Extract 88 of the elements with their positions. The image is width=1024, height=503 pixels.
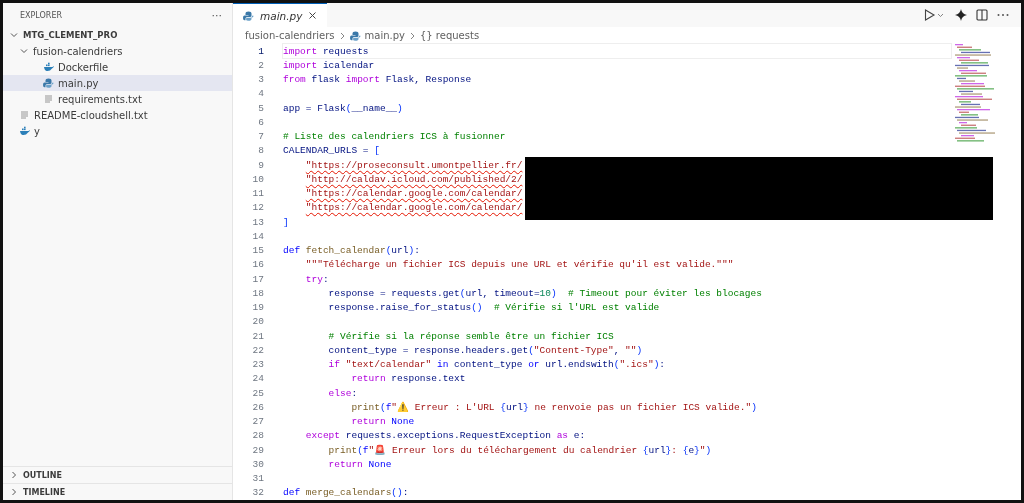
line-number: 25 xyxy=(251,387,265,399)
line-number: 9 xyxy=(257,159,265,171)
code-line: "https://calendar.google.com/calendar/ xyxy=(304,187,524,201)
line-number: 22 xyxy=(251,344,265,356)
code-line: except requests.exceptions.RequestException as e: xyxy=(304,429,587,443)
code-line: print(f"🚨 Erreur lors du téléchargement du calendrier {url}: {e}") xyxy=(327,443,713,458)
code-line: "http://caldav.icloud.com/published/2/ xyxy=(304,172,524,187)
code-line: if "text/calendar" in content_type or url.endswith(".ics"): xyxy=(327,358,667,372)
editor-tab[interactable]: main.py xyxy=(233,3,328,28)
line-number: 31 xyxy=(251,473,265,485)
close-icon xyxy=(308,11,318,21)
code-line: def merge_calendars(): xyxy=(283,486,410,500)
line-number: 18 xyxy=(251,287,265,299)
code-line: return response.text xyxy=(350,372,467,386)
code-line: # Vérifie si la réponse semble être un fichier ICS xyxy=(327,329,615,344)
line-number: 6 xyxy=(257,116,265,128)
line-number: 1 xyxy=(257,45,265,57)
file-item[interactable]: README-cloudshell.txt xyxy=(3,107,232,123)
code-line: "https://calendar.google.com/calendar/ xyxy=(304,201,524,215)
split-editor-icon[interactable] xyxy=(976,9,988,22)
line-number: 30 xyxy=(251,458,265,470)
more-button[interactable]: ··· xyxy=(211,8,222,22)
file-item[interactable]: main.py xyxy=(3,75,232,91)
code-line: response.raise_for_status() # Vérifie si l'URL est valide xyxy=(327,301,661,315)
line-number: 3 xyxy=(257,74,265,86)
breadcrumb-item[interactable]: fusion-calendriers xyxy=(245,30,335,42)
line-number: 21 xyxy=(251,330,265,342)
line-number: 11 xyxy=(251,188,265,200)
file-item[interactable]: requirements.txt xyxy=(3,91,232,107)
line-number: 23 xyxy=(251,359,265,371)
line-number: 8 xyxy=(257,145,265,157)
snake-icon xyxy=(43,78,54,88)
code-line: ] xyxy=(283,215,290,230)
line-number: 24 xyxy=(251,373,265,385)
line-number: 29 xyxy=(251,444,265,456)
whale-icon xyxy=(19,126,30,136)
file-item[interactable]: Dockerfile xyxy=(3,59,232,75)
line-number: 14 xyxy=(251,230,265,242)
line-number: 12 xyxy=(251,202,265,214)
code-line: # Liste des calendriers ICS à fusionner xyxy=(283,130,507,144)
code-line: import icalendar xyxy=(283,58,376,73)
whale-icon xyxy=(43,62,54,72)
sidebar-title: EXPLORER xyxy=(20,10,62,20)
folder-item[interactable]: MTG_CLEMENT_PRO xyxy=(3,27,232,43)
breadcrumb-item[interactable]: {} requests xyxy=(419,30,480,42)
folder-item[interactable]: fusion-calendriers xyxy=(3,43,232,59)
line-number: 2 xyxy=(257,59,265,71)
code-line: content_type = response.headers.get("Content-Type", "") xyxy=(327,343,644,358)
play-dropdown-icon[interactable] xyxy=(924,9,946,22)
line-number: 7 xyxy=(257,131,265,143)
code-line: "https://proseconsult.umontpellier.fr/ xyxy=(304,158,524,173)
code-line: return None xyxy=(327,457,393,472)
snake-icon xyxy=(349,30,361,41)
line-number: 5 xyxy=(257,102,265,114)
lines-icon xyxy=(19,110,30,120)
line-number: 13 xyxy=(251,216,265,228)
file-item[interactable]: y xyxy=(3,123,232,139)
code-line: import requests xyxy=(283,44,951,59)
code-line: from flask import Flask, Response xyxy=(283,73,473,87)
code-line: print(f"⚠ Erreur : L'URL {url} ne renvoie pas un fichier ICS valide.") xyxy=(350,400,758,415)
snake-icon xyxy=(243,10,254,21)
line-number: 26 xyxy=(251,401,265,413)
chevron-icon xyxy=(408,31,416,40)
code-line: app = Flask(__name__) xyxy=(283,101,404,116)
panel-header[interactable]: OUTLINE xyxy=(3,466,232,483)
line-number: 28 xyxy=(251,430,265,442)
code-line: CALENDAR_URLS = [ xyxy=(283,144,381,158)
line-number: 16 xyxy=(251,259,265,271)
more-icon[interactable] xyxy=(997,13,1009,18)
line-number: 4 xyxy=(257,88,265,100)
code-line: """Télécharge un fichier ICS depuis une URL et vérifie qu'il est valide.""" xyxy=(304,258,735,272)
line-number: 17 xyxy=(251,273,265,285)
code-line: def fetch_calendar(url): xyxy=(283,244,421,258)
line-number: 27 xyxy=(251,416,265,428)
sparkle-icon[interactable] xyxy=(955,9,967,22)
code-line: try: xyxy=(304,272,330,287)
line-number: 20 xyxy=(251,316,265,328)
breadcrumb-item[interactable]: main.py xyxy=(364,30,405,42)
line-number: 10 xyxy=(251,173,265,185)
panel-header[interactable]: TIMELINE xyxy=(3,483,232,500)
code-line: return None xyxy=(350,415,416,429)
code-line: response = requests.get(url, timeout=10) # Timeout pour éviter les blocages xyxy=(327,286,763,301)
line-number: 19 xyxy=(251,302,265,314)
lines-icon xyxy=(43,94,54,104)
chevron-icon xyxy=(338,31,346,40)
code-line: else: xyxy=(327,386,359,401)
line-number: 32 xyxy=(251,487,265,499)
line-number: 15 xyxy=(251,245,265,257)
